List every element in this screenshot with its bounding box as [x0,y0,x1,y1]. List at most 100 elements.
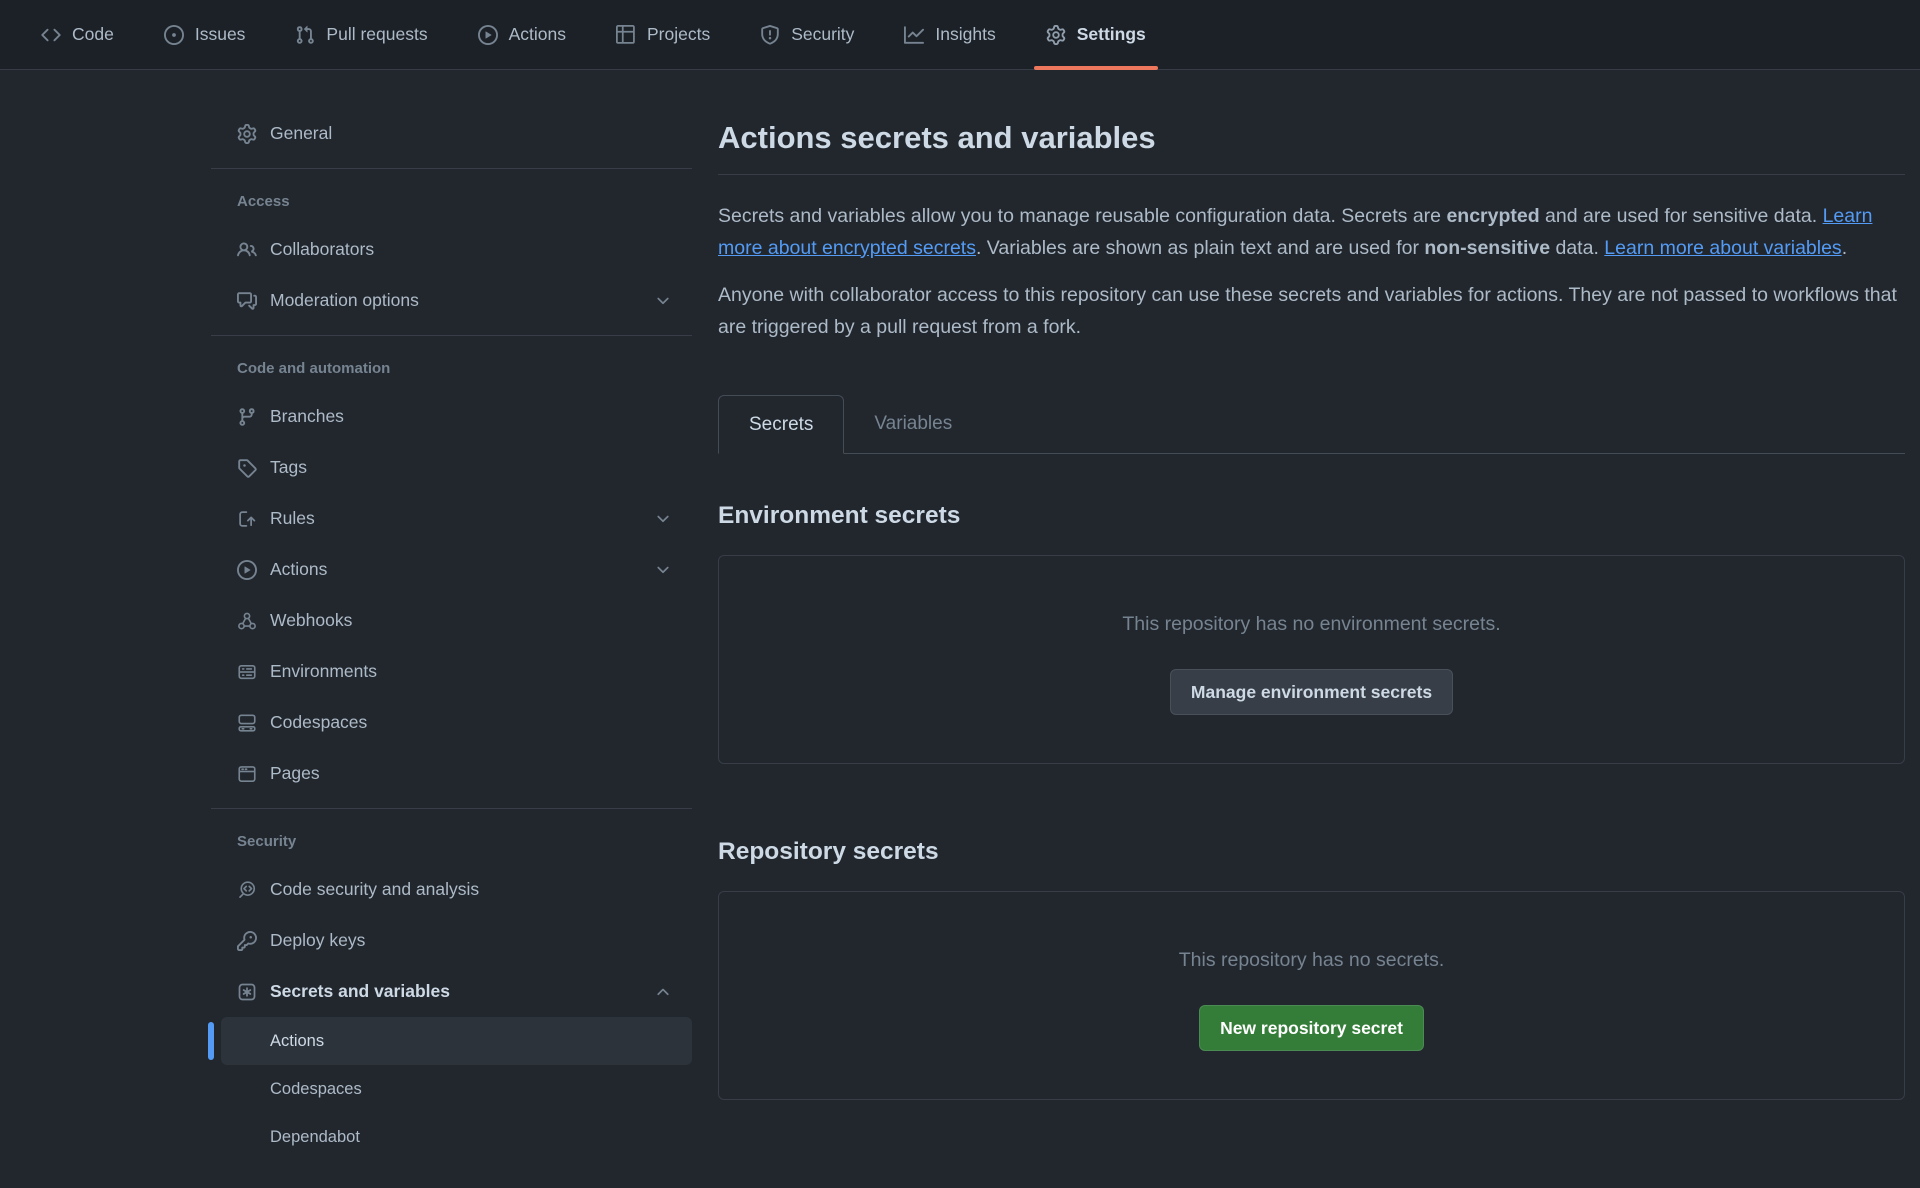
issue-opened-icon [164,25,184,45]
sidebar-subitem-dependabot[interactable]: Dependabot [221,1113,692,1161]
key-asterisk-icon [237,982,257,1002]
server-icon [237,662,257,682]
sidebar-section-access: Access [211,169,692,224]
title-divider [718,174,1905,175]
git-branch-icon [237,407,257,427]
environment-secrets-box: This repository has no environment secre… [718,555,1905,764]
nav-tab-label: Projects [647,24,710,45]
chevron-down-icon [654,561,672,579]
tab-secrets[interactable]: Secrets [718,395,844,454]
sidebar-item-code-security[interactable]: Code security and analysis [211,864,692,915]
codespaces-icon [237,713,257,733]
link-variables[interactable]: Learn more about variables [1604,237,1841,259]
nav-tab-issues[interactable]: Issues [152,0,258,69]
sidebar-item-branches[interactable]: Branches [211,391,692,442]
intro-bold-non-sensitive: non-sensitive [1424,237,1550,259]
sidebar-item-label: Moderation options [270,290,641,311]
nav-tab-settings[interactable]: Settings [1034,0,1158,69]
rule-icon [237,509,257,529]
environment-secrets-heading: Environment secrets [718,500,1905,531]
sidebar-item-webhooks[interactable]: Webhooks [211,595,692,646]
intro-text-segment: . Variables are shown as plain text and … [976,237,1424,259]
nav-tab-projects[interactable]: Projects [604,0,722,69]
sidebar-item-label: General [270,123,672,144]
play-icon [478,25,498,45]
intro-paragraph-2: Anyone with collaborator access to this … [718,280,1905,343]
nav-tab-code[interactable]: Code [29,0,126,69]
sidebar-item-label: Codespaces [270,712,672,733]
nav-tab-label: Security [791,24,854,45]
tab-variables[interactable]: Variables [844,395,982,453]
sidebar-item-label: Pages [270,763,672,784]
repository-secrets-box: This repository has no secrets. New repo… [718,891,1905,1100]
chevron-down-icon [654,292,672,310]
nav-tab-actions[interactable]: Actions [466,0,578,69]
sidebar-subitem-label: Dependabot [270,1128,360,1147]
sidebar-item-general[interactable]: General [211,108,692,159]
sidebar-item-secrets-and-variables[interactable]: Secrets and variables [211,966,692,1017]
sidebar-subitem-label: Codespaces [270,1080,362,1099]
settings-sidebar: General Access Collaborators Moderation … [211,70,692,1161]
gear-icon [237,124,257,144]
git-pull-request-icon [295,25,315,45]
chevron-down-icon [654,510,672,528]
sidebar-item-pages[interactable]: Pages [211,748,692,799]
sidebar-item-label: Deploy keys [270,930,672,951]
nav-tab-label: Pull requests [326,24,427,45]
sidebar-item-codespaces[interactable]: Codespaces [211,697,692,748]
sidebar-item-environments[interactable]: Environments [211,646,692,697]
repository-secrets-empty-text: This repository has no secrets. [1179,949,1445,972]
sidebar-item-rules[interactable]: Rules [211,493,692,544]
code-icon [41,25,61,45]
nav-tab-label: Code [72,24,114,45]
intro-text: Secrets and variables allow you to manag… [718,201,1905,343]
nav-tab-security[interactable]: Security [748,0,866,69]
sidebar-item-collaborators[interactable]: Collaborators [211,224,692,275]
manage-environment-secrets-button[interactable]: Manage environment secrets [1170,669,1453,715]
table-icon [616,25,636,45]
codescan-icon [237,880,257,900]
sidebar-item-label: Tags [270,457,672,478]
repository-secrets-heading: Repository secrets [718,836,1905,867]
nav-tab-label: Settings [1077,24,1146,45]
sidebar-section-code-automation: Code and automation [211,336,692,391]
gear-icon [1046,25,1066,45]
sidebar-item-label: Branches [270,406,672,427]
sidebar-item-label: Webhooks [270,610,672,631]
sidebar-item-label: Actions [270,559,641,580]
sidebar-item-moderation-options[interactable]: Moderation options [211,275,692,326]
sidebar-subitem-codespaces[interactable]: Codespaces [221,1065,692,1113]
browser-icon [237,764,257,784]
sidebar-subitem-actions[interactable]: Actions [221,1017,692,1065]
tag-icon [237,458,257,478]
sidebar-item-label: Rules [270,508,641,529]
key-icon [237,931,257,951]
intro-text-segment: data. [1550,237,1604,259]
play-icon [237,560,257,580]
chevron-up-icon [654,983,672,1001]
sidebar-item-actions[interactable]: Actions [211,544,692,595]
intro-bold-encrypted: encrypted [1446,205,1539,227]
graph-icon [904,25,924,45]
sidebar-item-label: Secrets and variables [270,981,641,1002]
intro-text-segment: Secrets and variables allow you to manag… [718,205,1446,227]
sidebar-item-tags[interactable]: Tags [211,442,692,493]
sidebar-item-label: Code security and analysis [270,879,672,900]
sidebar-item-label: Environments [270,661,672,682]
intro-text-segment: . [1842,237,1847,259]
repo-nav: Code Issues Pull requests Actions Projec… [0,0,1920,70]
nav-tab-insights[interactable]: Insights [892,0,1007,69]
page-title: Actions secrets and variables [718,118,1905,157]
sidebar-subitem-label: Actions [270,1032,324,1051]
intro-text-segment: and are used for sensitive data. [1540,205,1823,227]
secrets-variables-tabnav: Secrets Variables [718,395,1905,454]
new-repository-secret-button[interactable]: New repository secret [1199,1005,1424,1051]
shield-icon [760,25,780,45]
nav-tab-label: Insights [935,24,995,45]
people-icon [237,240,257,260]
nav-tab-label: Actions [509,24,566,45]
comment-discussion-icon [237,291,257,311]
nav-tab-pull-requests[interactable]: Pull requests [283,0,439,69]
sidebar-item-deploy-keys[interactable]: Deploy keys [211,915,692,966]
main-content: Actions secrets and variables Secrets an… [718,70,1905,1100]
